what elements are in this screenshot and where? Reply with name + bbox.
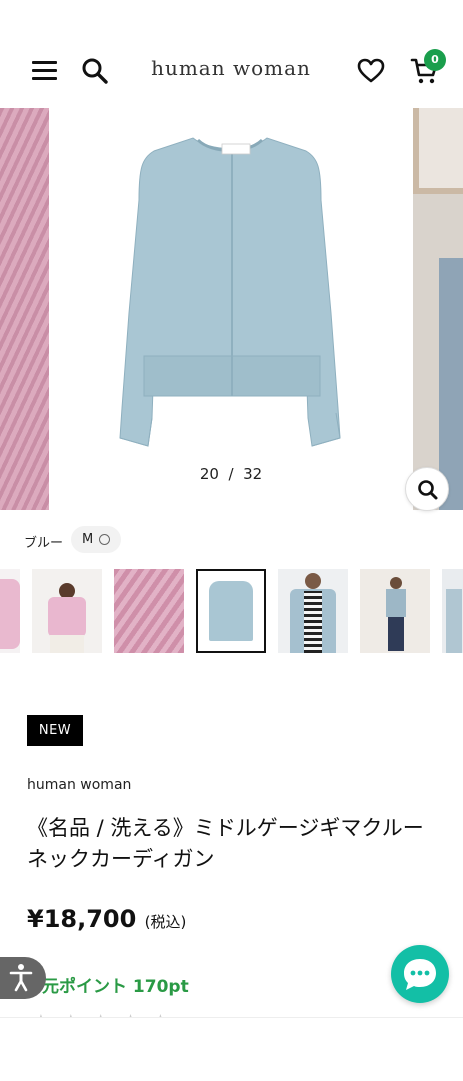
site-header: human woman 0 bbox=[0, 0, 463, 109]
next-slide-image[interactable] bbox=[413, 108, 463, 510]
image-counter: 20 / 32 bbox=[50, 465, 412, 483]
cardigan-image bbox=[119, 137, 341, 447]
accessibility-button[interactable] bbox=[0, 957, 46, 999]
accessibility-icon bbox=[9, 964, 33, 992]
price-value: ¥18,700 bbox=[27, 905, 137, 933]
size-chip-m[interactable]: M bbox=[71, 526, 121, 553]
thumbnail-image[interactable] bbox=[360, 569, 430, 653]
product-brand[interactable]: human woman bbox=[27, 777, 131, 793]
counter-separator: / bbox=[228, 465, 234, 483]
chat-button[interactable] bbox=[391, 945, 449, 1003]
product-title: 《名品 / 洗える》ミドルゲージギマクルーネックカーディガン bbox=[27, 816, 424, 871]
product-image-carousel[interactable]: 20 / 32 bbox=[0, 108, 463, 510]
menu-icon[interactable] bbox=[32, 61, 57, 81]
thumbnail-image[interactable] bbox=[32, 569, 102, 653]
wall-background bbox=[419, 108, 463, 188]
brand-logo[interactable]: human woman bbox=[140, 56, 322, 80]
thumbnail-image[interactable] bbox=[442, 569, 463, 653]
selected-color-label: ブルー bbox=[24, 536, 64, 551]
bottom-bar bbox=[0, 1017, 463, 1081]
cart-count-badge: 0 bbox=[424, 49, 446, 71]
stock-available-icon bbox=[99, 534, 110, 545]
previous-slide-image[interactable] bbox=[0, 108, 49, 510]
variant-selector: ブルー M bbox=[0, 520, 463, 560]
current-image-number: 20 bbox=[199, 465, 219, 483]
thumbnail-image[interactable] bbox=[278, 569, 348, 653]
chat-icon bbox=[404, 959, 436, 990]
product-main-image[interactable]: 20 / 32 bbox=[50, 108, 412, 510]
new-badge: NEW bbox=[27, 715, 83, 746]
reward-points: 元ポイント 170pt bbox=[42, 977, 189, 997]
heart-icon[interactable] bbox=[357, 57, 385, 85]
thumbnail-strip[interactable] bbox=[0, 569, 463, 653]
tax-label: (税込) bbox=[144, 913, 187, 931]
product-price: ¥18,700 (税込) bbox=[27, 905, 186, 933]
search-icon[interactable] bbox=[81, 57, 109, 85]
thumbnail-image[interactable] bbox=[114, 569, 184, 653]
size-label: M bbox=[82, 532, 94, 547]
zoom-button[interactable] bbox=[405, 467, 449, 511]
thumbnail-image[interactable] bbox=[0, 569, 20, 653]
thumbnail-image-active[interactable] bbox=[196, 569, 266, 653]
zoom-icon bbox=[418, 480, 438, 500]
total-images-number: 32 bbox=[243, 465, 263, 483]
